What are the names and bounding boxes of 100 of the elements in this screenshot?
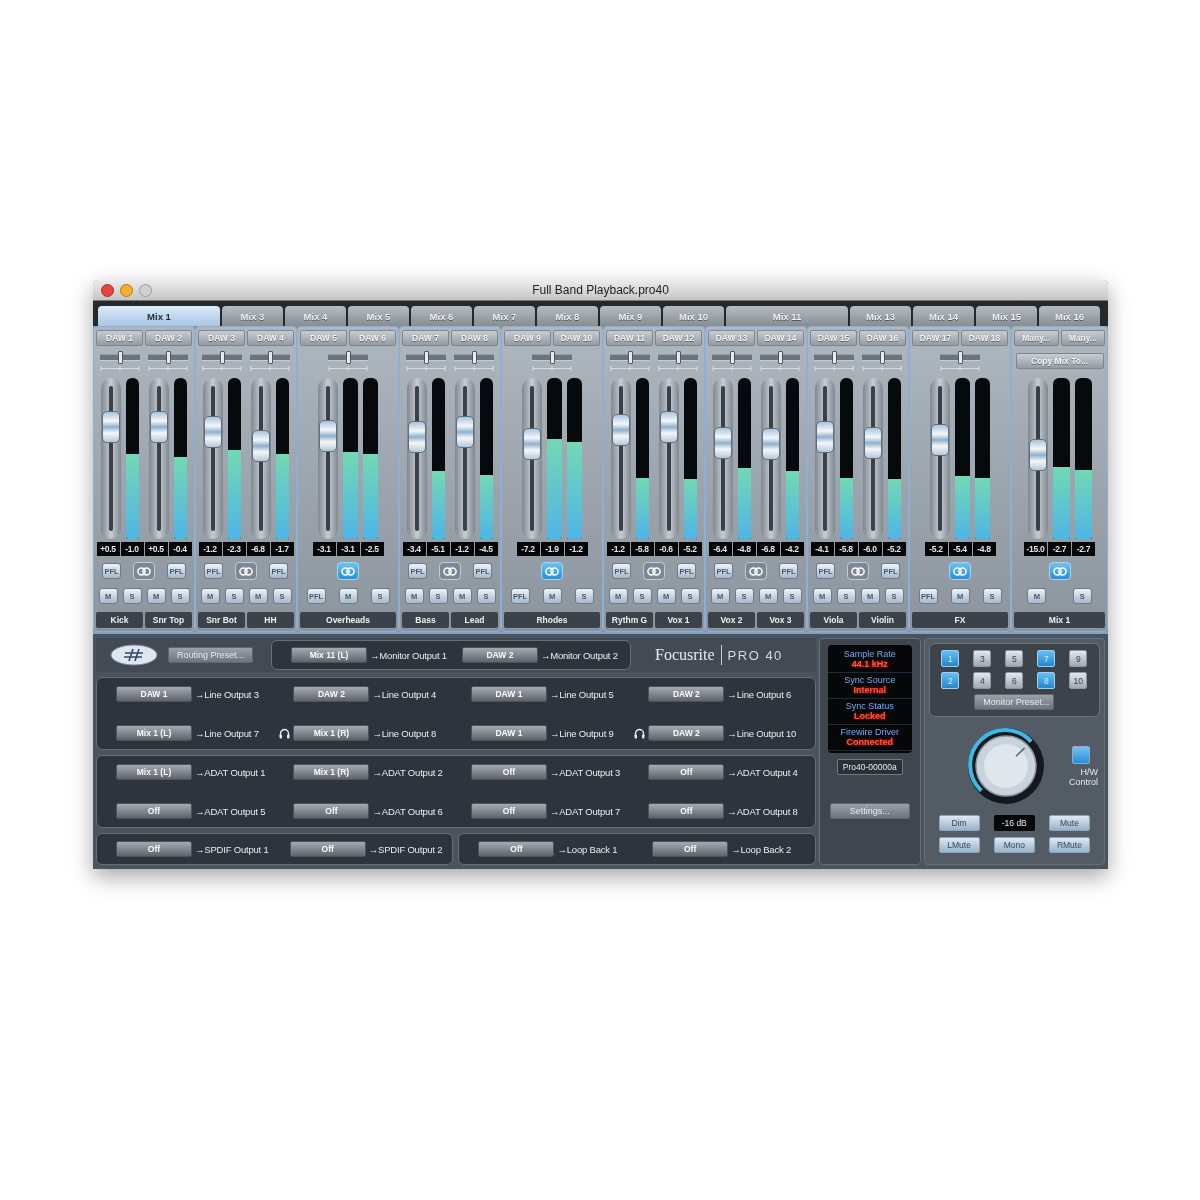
hw-control-toggle[interactable] [1072, 745, 1090, 764]
link-button[interactable] [847, 562, 869, 581]
source-select-button[interactable]: Mix 1 (R) [293, 764, 370, 780]
fader-handle[interactable] [252, 430, 270, 463]
pan-slider[interactable] [658, 350, 698, 364]
pan-handle[interactable] [879, 350, 885, 364]
speaker-button[interactable]: 7 [1037, 650, 1056, 667]
fader-handle[interactable] [102, 411, 120, 444]
source-select-button[interactable]: Mix 1 (R) [293, 725, 370, 741]
pan-slider[interactable] [814, 350, 854, 364]
minimize-button[interactable] [120, 283, 133, 297]
source-select-button[interactable]: Off [470, 803, 547, 819]
source-select-button[interactable]: DAW 1 [470, 686, 547, 702]
pan-handle[interactable] [777, 350, 783, 364]
pan-slider[interactable] [610, 350, 650, 364]
source-select-button[interactable]: Off [470, 764, 547, 780]
mix-tab[interactable]: Mix 1 [98, 306, 220, 326]
pan-slider[interactable] [862, 350, 902, 364]
source-select-button[interactable]: DAW 2 [648, 725, 725, 741]
mix-tab[interactable]: Mix 4 [285, 306, 346, 326]
fader-handle[interactable] [150, 411, 168, 444]
mix-tab[interactable]: Mix 13 [850, 306, 911, 326]
mix-tab[interactable]: Mix 5 [348, 306, 409, 326]
speaker-button[interactable]: 9 [1069, 650, 1088, 667]
fader-handle[interactable] [816, 421, 834, 454]
input-select-button[interactable]: DAW 12 [655, 330, 702, 346]
speaker-button[interactable]: 4 [973, 672, 992, 689]
source-select-button[interactable]: DAW 2 [648, 686, 725, 702]
monitor-button[interactable]: Mute [1048, 815, 1090, 831]
link-button[interactable] [439, 562, 461, 581]
pan-handle[interactable] [165, 350, 171, 364]
input-select-button[interactable]: DAW 11 [606, 330, 653, 346]
source-select-button[interactable]: Off [116, 841, 192, 857]
mix-tab[interactable]: Mix 6 [411, 306, 472, 326]
mix-tab[interactable]: Mix 3 [222, 306, 283, 326]
fader-handle[interactable] [523, 427, 541, 460]
fader-handle[interactable] [660, 411, 678, 444]
fader-handle[interactable] [864, 426, 882, 459]
input-select-button[interactable]: DAW 1 [96, 330, 143, 346]
fader-handle[interactable] [714, 426, 732, 459]
link-button[interactable] [337, 562, 359, 581]
pan-slider[interactable] [532, 350, 572, 364]
pan-slider[interactable] [100, 350, 140, 364]
pan-slider[interactable] [148, 350, 188, 364]
fader-handle[interactable] [456, 416, 474, 449]
link-button[interactable] [235, 562, 257, 581]
source-select-button[interactable]: DAW 1 [470, 725, 547, 741]
pan-slider[interactable] [406, 350, 446, 364]
pan-handle[interactable] [471, 350, 477, 364]
fader-handle[interactable] [408, 421, 426, 454]
fader-handle[interactable] [204, 416, 222, 449]
link-button[interactable] [745, 562, 767, 581]
speaker-button[interactable]: 1 [941, 650, 960, 667]
pan-slider[interactable] [202, 350, 242, 364]
pan-slider[interactable] [250, 350, 290, 364]
mix-tab[interactable]: Mix 10 [663, 306, 724, 326]
pan-slider[interactable] [712, 350, 752, 364]
mix-tab[interactable]: Mix 14 [913, 306, 974, 326]
source-select-button[interactable]: DAW 2 [293, 686, 370, 702]
volume-knob[interactable] [966, 726, 1046, 806]
source-select-button[interactable]: Off [648, 764, 725, 780]
pan-slider[interactable] [328, 350, 368, 364]
pan-handle[interactable] [549, 350, 555, 364]
pan-handle[interactable] [831, 350, 837, 364]
speaker-button[interactable]: 8 [1037, 672, 1056, 689]
input-select-button[interactable]: DAW 2 [145, 330, 192, 346]
pan-handle[interactable] [219, 350, 225, 364]
link-button[interactable] [133, 562, 155, 581]
monitor-button[interactable]: Mono [993, 837, 1035, 853]
pan-slider[interactable] [940, 350, 980, 364]
source-select-button[interactable]: Mix 1 (L) [116, 725, 192, 741]
link-button[interactable] [949, 562, 971, 581]
source-select-button[interactable]: Off [478, 841, 555, 857]
mix-tab[interactable]: Mix 16 [1039, 306, 1100, 326]
pan-handle[interactable] [117, 350, 123, 364]
monitor-button[interactable]: LMute [938, 837, 980, 853]
monitor-preset-button[interactable]: Monitor Preset... [974, 694, 1055, 710]
pan-handle[interactable] [423, 350, 429, 364]
fader-handle[interactable] [762, 427, 780, 460]
pan-handle[interactable] [627, 350, 633, 364]
speaker-button[interactable]: 2 [941, 672, 960, 689]
source-select-button[interactable]: Off [289, 841, 366, 857]
link-button[interactable] [1048, 562, 1071, 581]
input-select-button[interactable]: DAW 14 [757, 330, 804, 346]
input-select-button[interactable]: DAW 4 [247, 330, 294, 346]
mix-tab[interactable]: Mix 8 [537, 306, 598, 326]
pan-handle[interactable] [729, 350, 735, 364]
speaker-button[interactable]: 3 [973, 650, 992, 667]
close-button[interactable] [101, 283, 114, 297]
link-button[interactable] [643, 562, 665, 581]
source-select-button[interactable]: Mix 1 (L) [116, 764, 192, 780]
mix-tab[interactable]: Mix 9 [600, 306, 661, 326]
mix-tab[interactable]: Mix 7 [474, 306, 535, 326]
source-select-button[interactable]: DAW 1 [116, 686, 192, 702]
monitor-button[interactable]: RMute [1048, 837, 1090, 853]
source-select-button[interactable]: Mix 11 (L) [291, 647, 368, 663]
monitor-button[interactable]: Dim [938, 815, 980, 831]
source-select-button[interactable]: Off [293, 803, 370, 819]
pan-handle[interactable] [675, 350, 681, 364]
mix-tab[interactable]: Mix 11 [726, 306, 848, 326]
